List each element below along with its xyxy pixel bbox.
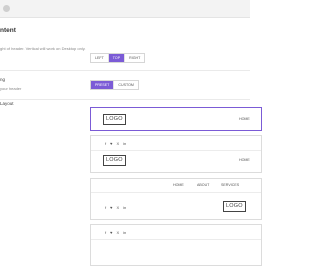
- window-topbar: [0, 0, 250, 18]
- nav-item-home: HOME: [239, 158, 250, 162]
- align-top-button[interactable]: TOP: [108, 54, 126, 62]
- heart-icon: ♥: [110, 230, 113, 235]
- social-icons: f ♥ X in: [105, 205, 126, 210]
- social-icons: f ♥ X in: [105, 141, 126, 146]
- logo-placeholder: LOGO: [223, 201, 246, 212]
- close-icon[interactable]: [3, 5, 10, 12]
- nav-item-services: SERVICES: [221, 183, 240, 187]
- heart-icon: ♥: [110, 205, 113, 210]
- linkedin-icon: in: [123, 230, 127, 235]
- linkedin-icon: in: [123, 205, 127, 210]
- alignment-segmented-control: LEFT TOP RIGHT: [90, 53, 146, 63]
- logo-placeholder: LOGO: [103, 114, 126, 125]
- section-title: ntent: [0, 27, 16, 34]
- layout-label: Layout: [0, 101, 14, 106]
- card-divider: [91, 150, 261, 151]
- styling-description: your header: [0, 86, 22, 91]
- divider: [0, 70, 250, 71]
- nav-item-home: HOME: [239, 117, 250, 121]
- layout-option-3[interactable]: HOME ABOUT SERVICES f ♥ X in LOGO: [90, 178, 262, 220]
- layout-option-4[interactable]: f ♥ X in: [90, 224, 262, 266]
- alignment-description: ght of header. Vertical will work on Des…: [0, 46, 86, 51]
- styling-label: ng: [0, 77, 6, 82]
- facebook-icon: f: [105, 205, 107, 210]
- divider: [0, 99, 250, 100]
- social-icons: f ♥ X in: [105, 230, 126, 235]
- card-divider: [91, 239, 261, 240]
- align-right-button[interactable]: RIGHT: [125, 54, 144, 62]
- nav-item-about: ABOUT: [197, 183, 210, 187]
- x-icon: X: [116, 141, 120, 146]
- linkedin-icon: in: [123, 141, 127, 146]
- layout-option-2[interactable]: f ♥ X in LOGO HOME: [90, 135, 262, 173]
- custom-button[interactable]: CUSTOM: [114, 81, 138, 89]
- nav-item-home: HOME: [173, 183, 184, 187]
- preset-button[interactable]: PRESET: [91, 81, 115, 89]
- heart-icon: ♥: [110, 141, 113, 146]
- card-divider: [91, 192, 261, 193]
- x-icon: X: [116, 205, 120, 210]
- align-left-button[interactable]: LEFT: [91, 54, 109, 62]
- style-mode-segmented-control: PRESET CUSTOM: [90, 80, 139, 90]
- facebook-icon: f: [105, 141, 107, 146]
- logo-placeholder: LOGO: [103, 155, 126, 166]
- x-icon: X: [116, 230, 120, 235]
- layout-option-1[interactable]: LOGO HOME: [90, 107, 262, 131]
- facebook-icon: f: [105, 230, 107, 235]
